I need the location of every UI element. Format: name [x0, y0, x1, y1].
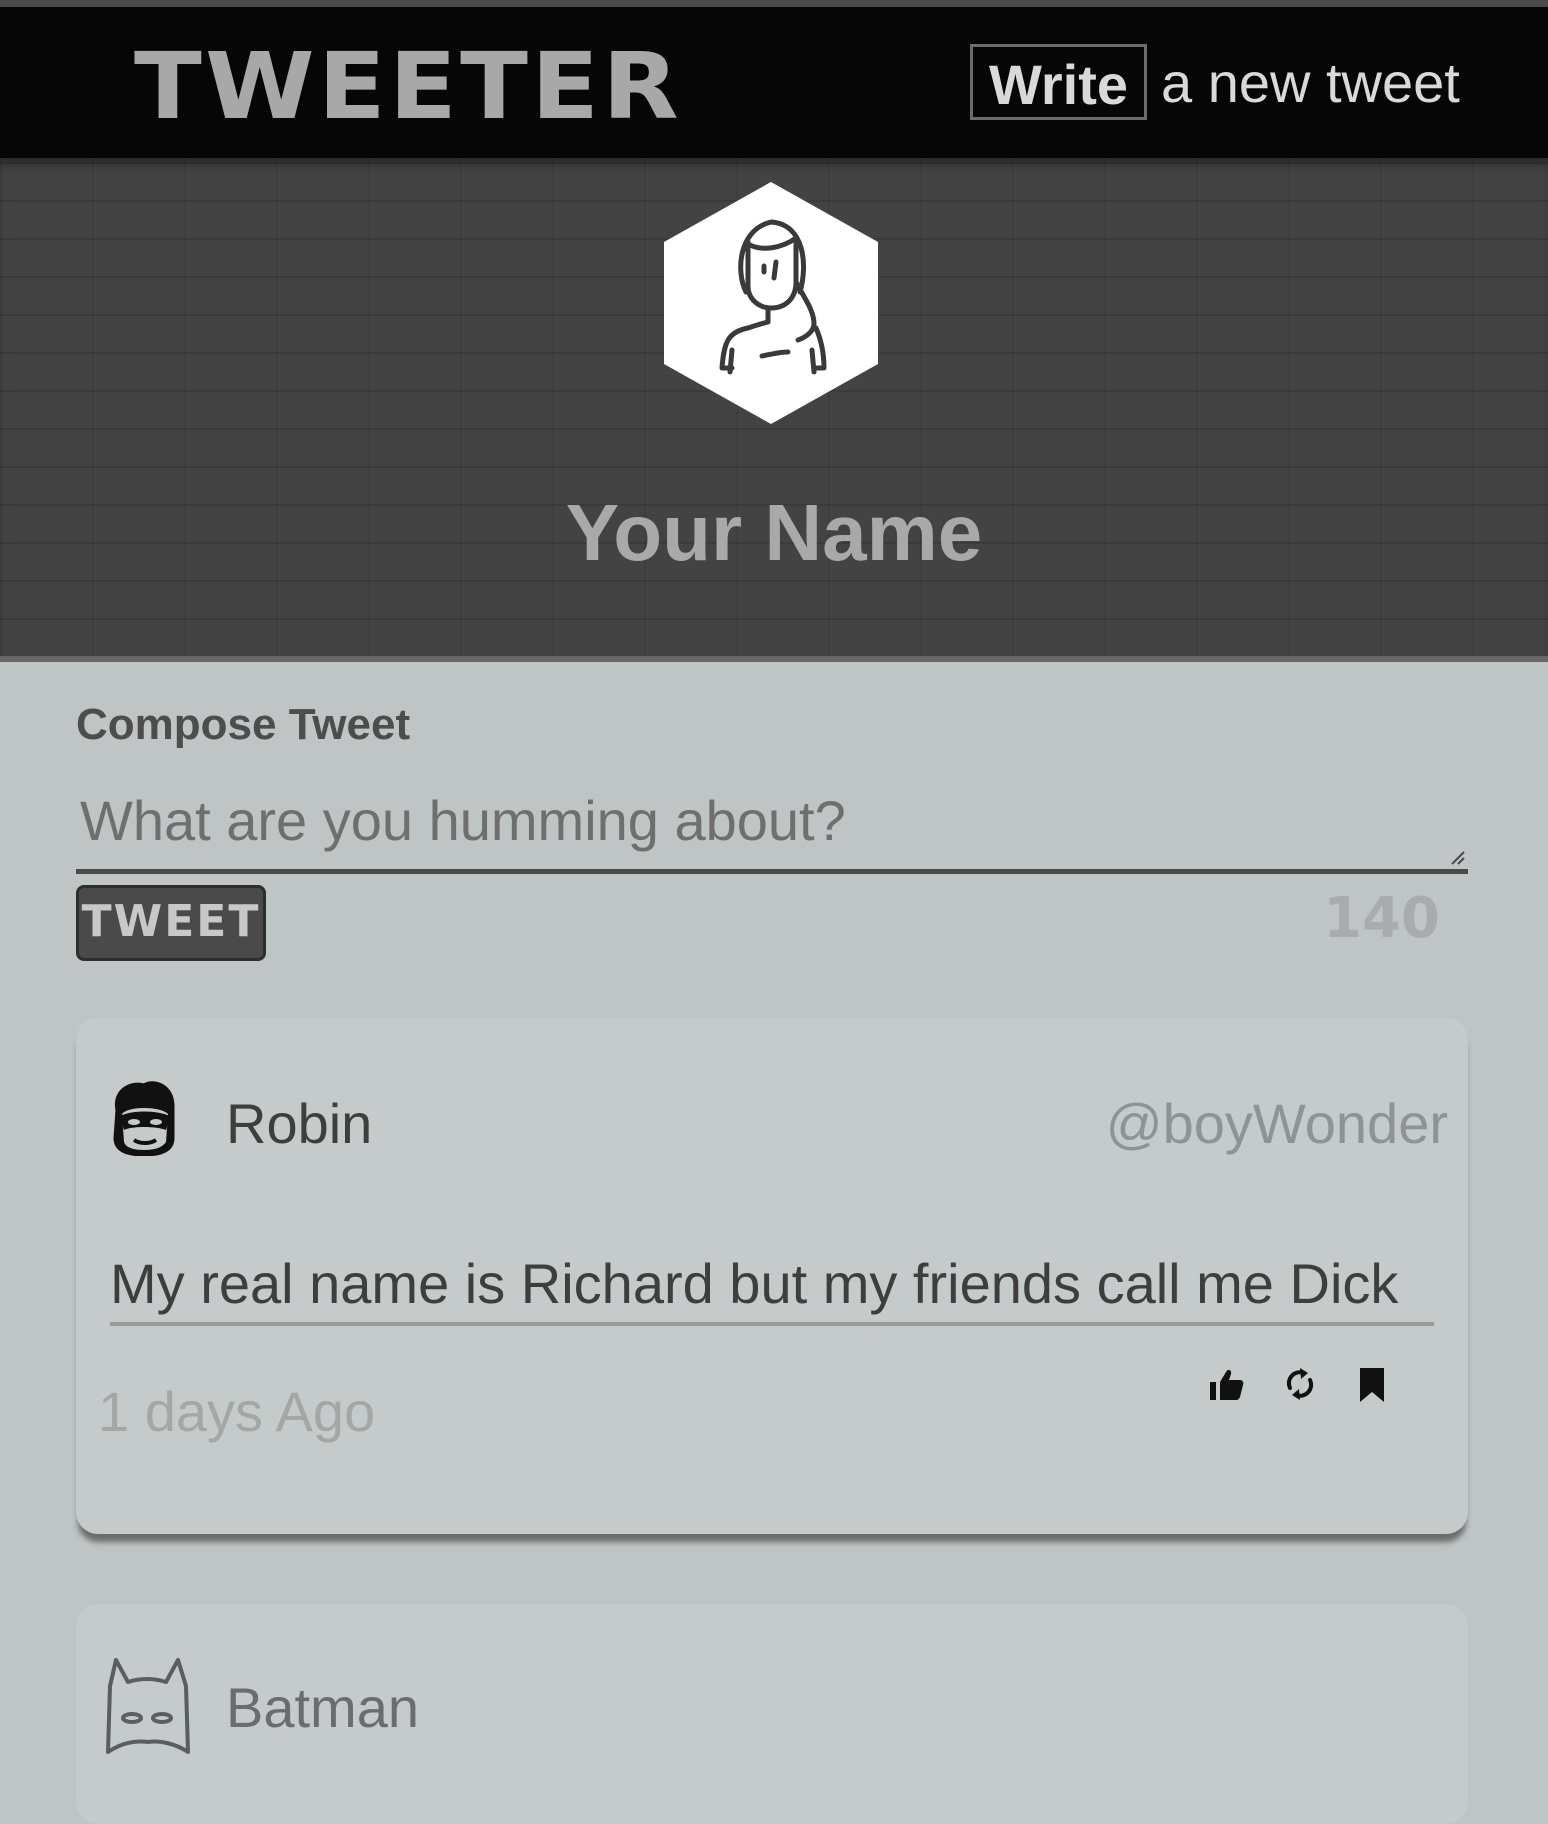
profile-name: Your Name: [565, 488, 983, 577]
tweet-text: My real name is Richard but my friends c…: [110, 1250, 1434, 1326]
brand-logo[interactable]: TWEETER: [134, 37, 682, 137]
thumbs-up-icon[interactable]: [1206, 1364, 1246, 1404]
banner-divider: [0, 656, 1548, 662]
tweet-author: Batman: [226, 1676, 419, 1739]
tweet-button[interactable]: TWEET: [76, 885, 266, 961]
compose-tweet-input[interactable]: [76, 784, 1468, 874]
navbar: TWEETER Write a new tweet: [0, 7, 1548, 158]
character-counter: 140: [1323, 886, 1440, 951]
robin-mask-icon: [113, 1081, 175, 1156]
tweet-handle: @boyWonder: [1105, 1092, 1448, 1155]
batman-mask-icon: [106, 1658, 190, 1754]
bookmark-icon[interactable]: [1352, 1364, 1392, 1404]
compose-title: Compose Tweet: [76, 700, 411, 749]
retweet-icon[interactable]: [1280, 1364, 1320, 1404]
tweet-card: Batman: [76, 1604, 1468, 1824]
woman-avatar-icon: [664, 182, 878, 424]
tweet-timestamp: 1 days Ago: [98, 1380, 376, 1443]
resize-handle-icon[interactable]: [1448, 848, 1466, 866]
write-new-tweet-link[interactable]: Write a new tweet: [970, 43, 1460, 121]
tweet-card: Robin @boyWonder My real name is Richard…: [76, 1018, 1468, 1534]
write-rest-label: a new tweet: [1161, 50, 1460, 114]
top-border: [0, 0, 1548, 7]
tweet-author: Robin: [226, 1092, 373, 1155]
write-label: Write: [970, 44, 1147, 120]
